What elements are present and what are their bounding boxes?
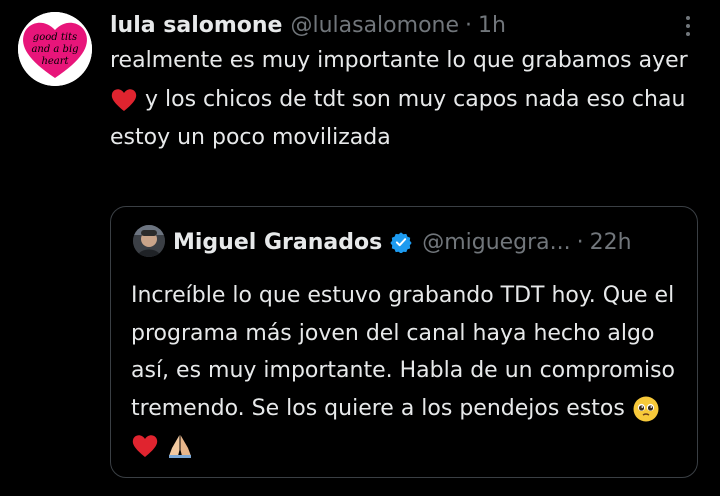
quote-author-name[interactable]: Miguel Granados	[173, 230, 382, 255]
tweet-text-part1: realmente es muy importante lo que graba…	[110, 48, 688, 73]
red-heart-emoji-icon	[111, 88, 137, 111]
tweet-text-part2: y los chicos de tdt son muy capos nada e…	[110, 86, 686, 151]
quote-author-avatar[interactable]	[133, 225, 165, 257]
author-avatar[interactable]: good tits and a big heart	[18, 12, 92, 86]
red-heart-emoji-icon	[132, 435, 158, 457]
quote-header: Miguel Granados @miguegra... · 22h	[173, 225, 677, 259]
quote-text-body: Increíble lo que estuvo grabando TDT hoy…	[131, 283, 676, 421]
author-name[interactable]: lula salomone	[110, 13, 282, 38]
avatar-line-1: good tits	[33, 32, 77, 43]
avatar-line-3: heart	[41, 56, 69, 67]
tweet-text: realmente es muy importante lo que graba…	[110, 42, 710, 158]
tweet-time[interactable]: 1h	[478, 13, 506, 38]
quote-time[interactable]: 22h	[590, 230, 632, 255]
quote-author-handle[interactable]: @miguegra...	[422, 230, 570, 255]
separator-dot: ·	[465, 12, 473, 38]
pleading-face-emoji-icon	[633, 396, 659, 421]
quote-text: Increíble lo que estuvo grabando TDT hoy…	[131, 277, 687, 465]
tweet[interactable]: good tits and a big heart lula salomone …	[0, 0, 720, 496]
heart-text-avatar-icon: good tits and a big heart	[18, 12, 92, 86]
person-avatar-icon	[133, 225, 165, 257]
author-handle[interactable]: @lulasalomone	[290, 13, 459, 38]
avatar-line-2: and a big	[31, 44, 78, 55]
quoted-tweet[interactable]: Miguel Granados @miguegra... · 22h Incre…	[110, 206, 698, 478]
quote-separator-dot: ·	[576, 229, 584, 255]
folded-hands-emoji-icon	[169, 435, 191, 458]
tweet-header: lula salomone @lulasalomone · 1h	[110, 10, 680, 40]
more-options-icon[interactable]	[678, 12, 698, 40]
verified-badge-icon	[390, 232, 412, 253]
